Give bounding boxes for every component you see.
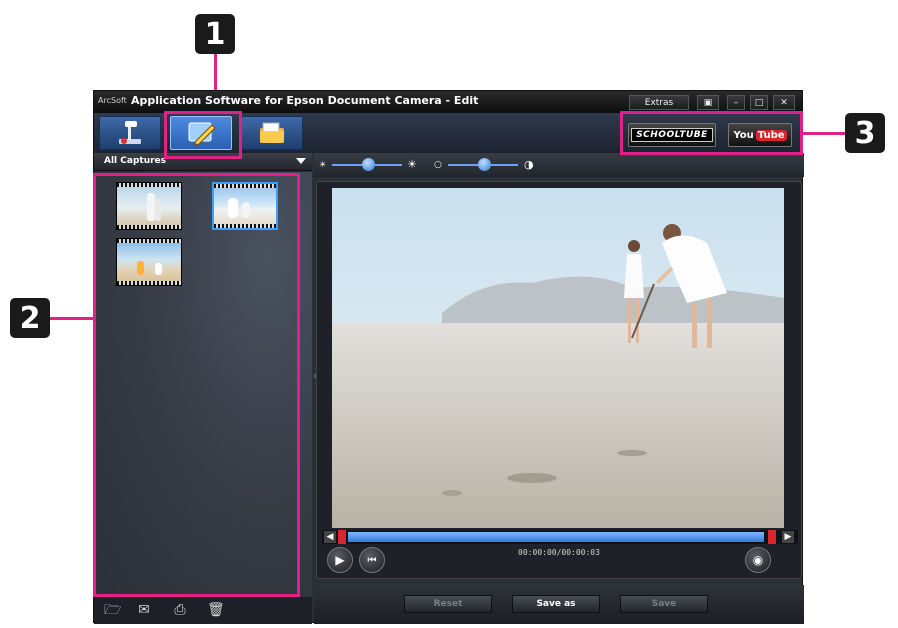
callout-badge-3: 3 [845, 113, 885, 153]
play-icon: ▶ [335, 553, 345, 567]
beach-photo [332, 188, 784, 528]
go-to-start-button[interactable]: ⏮ [359, 547, 385, 573]
folder-button[interactable]: ▣ [697, 95, 719, 110]
brightness-low-icon: ☀ [319, 160, 327, 169]
title-bar: ArcSoft Application Software for Epson D… [94, 91, 802, 113]
callout-badge-2: 2 [10, 298, 50, 338]
minimize-icon: – [733, 97, 739, 108]
callout-line-3 [801, 132, 845, 135]
contrast-slider-knob[interactable] [478, 158, 491, 171]
tab-capture[interactable] [99, 116, 161, 150]
trim-end-marker[interactable] [768, 530, 776, 544]
tab-browse[interactable] [241, 116, 303, 150]
snapshot-button[interactable]: ◉ [745, 547, 771, 573]
screenshot-stage: 1 2 3 ArcSoft Application Software for E… [0, 0, 898, 628]
close-button[interactable]: ✕ [773, 95, 795, 110]
timeline-range [348, 532, 764, 542]
document-camera-icon [119, 121, 141, 144]
library-toolbar: 🗁 ✉ ⎙ 🗑 [94, 597, 312, 624]
brightness-slider-knob[interactable] [362, 158, 375, 171]
highlight-frame-edit-tab [164, 111, 242, 159]
highlight-frame-upload [620, 111, 803, 155]
save-button[interactable]: Save [620, 595, 708, 613]
skip-to-start-icon: ⏮ [367, 554, 377, 566]
step-forward-icon[interactable]: ▶ [782, 531, 794, 543]
callout-line-2 [50, 317, 95, 320]
window-title: Application Software for Epson Document … [131, 94, 479, 107]
brightness-high-icon: ☀ [407, 158, 417, 171]
folder-icon: ▣ [703, 97, 713, 108]
extras-button[interactable]: Extras [629, 95, 689, 110]
action-bar: Reset Save as Save [314, 585, 804, 624]
reset-button[interactable]: Reset [404, 595, 492, 613]
capture-filter-label: All Captures [104, 156, 166, 166]
print-icon[interactable]: ⎙ [172, 602, 188, 618]
camera-icon: ◉ [752, 553, 764, 567]
minimize-button[interactable]: – [727, 95, 745, 110]
close-icon: ✕ [780, 97, 788, 108]
timecode: 00:00:00/00:00:03 [518, 548, 600, 557]
callout-badge-1: 1 [195, 14, 235, 54]
adjustment-bar: ☀ ☀ ○ ◑ [314, 153, 804, 177]
open-folder-icon[interactable]: 🗁 [104, 602, 121, 618]
video-frame-preview[interactable] [332, 188, 784, 528]
save-as-button[interactable]: Save as [512, 595, 600, 613]
video-viewer: ◀ ▶ 00:00:00/00:00:03 ▶ ⏮ ◉ [316, 181, 802, 579]
contrast-high-icon: ◑ [524, 158, 534, 171]
contrast-low-icon: ○ [434, 160, 442, 170]
folder-browse-icon [260, 122, 284, 143]
maximize-button[interactable]: □ [750, 95, 768, 110]
app-brand: ArcSoft [98, 96, 127, 105]
email-icon[interactable]: ✉ [136, 602, 152, 618]
timeline-scrubber[interactable]: ◀ ▶ [322, 530, 798, 544]
chevron-down-icon[interactable] [296, 158, 306, 164]
trim-start-marker[interactable] [338, 530, 346, 544]
trash-icon[interactable]: 🗑 [207, 602, 225, 618]
step-back-icon[interactable]: ◀ [324, 531, 336, 543]
maximize-icon: □ [754, 97, 764, 108]
highlight-frame-library [93, 173, 300, 597]
play-button[interactable]: ▶ [327, 547, 353, 573]
